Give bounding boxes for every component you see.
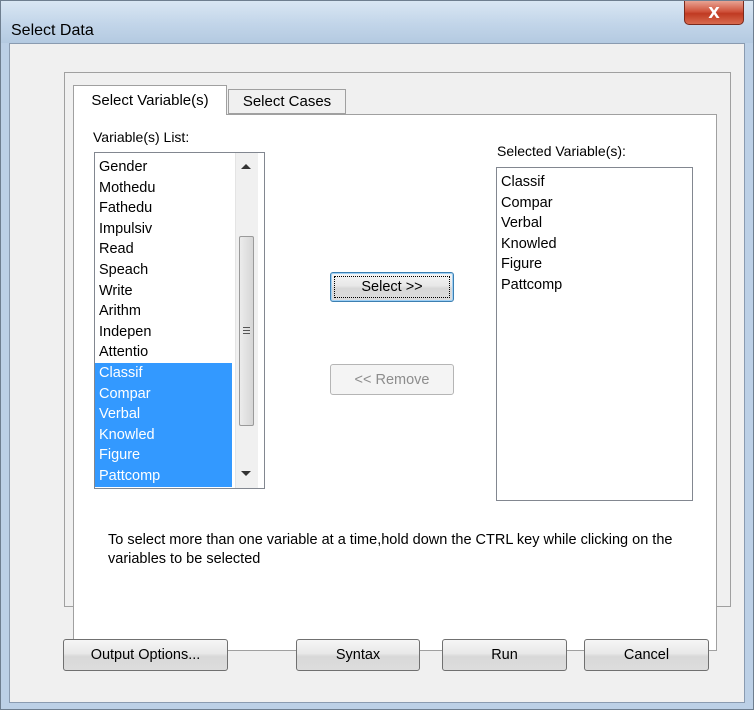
selected-variable-item[interactable]: Classif [501,172,545,193]
scroll-up-icon[interactable] [241,164,251,169]
thumb-grip-line [243,330,250,331]
variable-list-item[interactable]: Gender [99,157,147,178]
output-options-button[interactable]: Output Options... [63,639,228,671]
select-button[interactable]: Select >> [330,272,454,302]
remove-button-label: << Remove [354,371,430,388]
variables-list-label: Variable(s) List: [93,129,190,145]
selected-variable-item[interactable]: Verbal [501,213,542,234]
close-button[interactable]: X [684,1,744,25]
scroll-thumb[interactable] [239,236,254,426]
variable-list-item[interactable]: Pattcomp [95,466,232,487]
variable-list-item[interactable]: Mothedu [99,178,155,199]
selected-variable-item[interactable]: Pattcomp [501,275,562,296]
variables-scrollbar[interactable] [235,153,258,488]
selected-variable-item[interactable]: Knowled [501,234,557,255]
instructions-text: To select more than one variable at a ti… [108,532,673,567]
variable-list-item[interactable]: Speach [99,260,148,281]
variable-list-item[interactable]: Arithm [99,301,141,322]
syntax-button[interactable]: Syntax [296,639,420,671]
title-bar[interactable]: Select Data [1,1,753,43]
variables-listbox[interactable]: Gender Mothedu Fathedu Impulsiv Read Speach Wr… [94,152,265,489]
focus-rectangle [334,276,450,298]
selected-variables-label: Selected Variable(s): [497,143,626,159]
variable-list-item[interactable]: Knowled [95,424,232,446]
selected-variable-item[interactable]: Figure [501,254,542,275]
variable-list-item[interactable]: Write [99,281,133,302]
thumb-grip-line [243,333,250,334]
selected-variables-listbox[interactable]: Classif Compar Verbal Knowled Figure Pattcomp [496,167,693,501]
thumb-grip-icon [243,327,250,328]
window-title: Select Data [11,22,94,39]
remove-button[interactable]: << Remove [330,364,454,395]
cancel-button[interactable]: Cancel [584,639,709,671]
variable-list-item[interactable]: Attentio [99,342,148,363]
variable-list-item[interactable]: Impulsiv [99,219,152,240]
run-button[interactable]: Run [442,639,567,671]
variable-list-item[interactable]: Read [99,239,134,260]
tab-select-cases[interactable]: Select Cases [228,89,346,114]
tab-select-variables[interactable]: Select Variable(s) [73,85,227,115]
variable-list-item[interactable]: Compar [95,383,232,405]
variable-list-item[interactable]: Figure [95,445,232,466]
selected-variable-item[interactable]: Compar [501,193,553,214]
select-data-window: Select Data X Select Variable(s) Select … [0,0,754,710]
dialog-client-area: Select Variable(s) Select Cases Variable… [9,43,745,703]
variable-list-item[interactable]: Classif [95,363,232,384]
scroll-down-icon[interactable] [241,471,251,476]
variable-list-item[interactable]: Verbal [95,404,232,425]
variable-list-item[interactable]: Indepen [99,322,151,343]
variable-list-item[interactable]: Fathedu [99,198,152,219]
